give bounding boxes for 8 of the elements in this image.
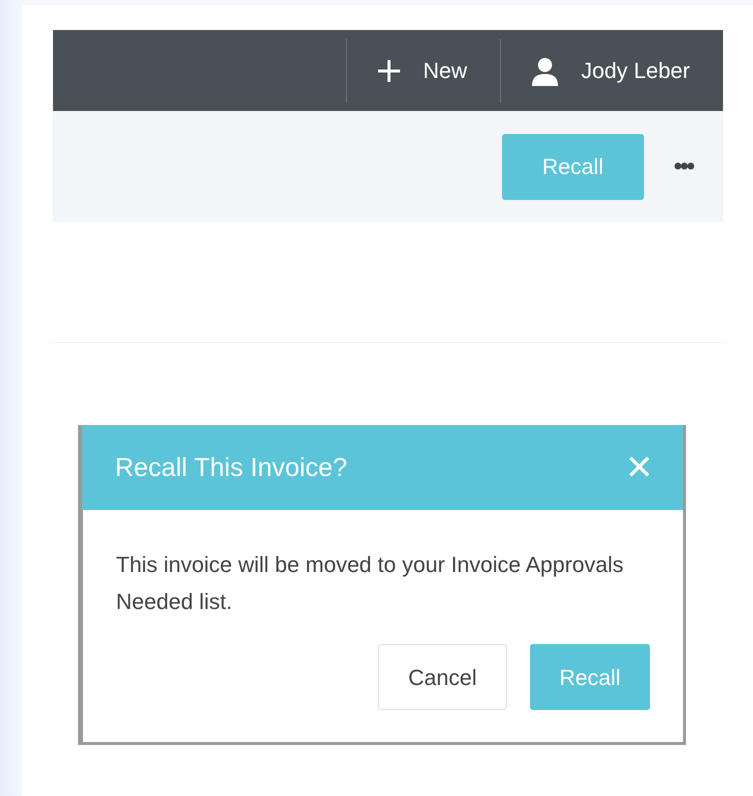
user-icon: [531, 56, 560, 86]
dialog-title: Recall This Invoice?: [115, 452, 348, 484]
dialog-message: This invoice will be moved to your Invoice Approvals Needed list.: [115, 551, 624, 616]
new-button[interactable]: New: [347, 54, 500, 87]
plus-icon: [377, 58, 402, 82]
cancel-button[interactable]: Cancel: [378, 644, 507, 710]
user-menu[interactable]: Jody Leber: [501, 54, 723, 87]
more-button[interactable]: •••: [674, 148, 693, 184]
